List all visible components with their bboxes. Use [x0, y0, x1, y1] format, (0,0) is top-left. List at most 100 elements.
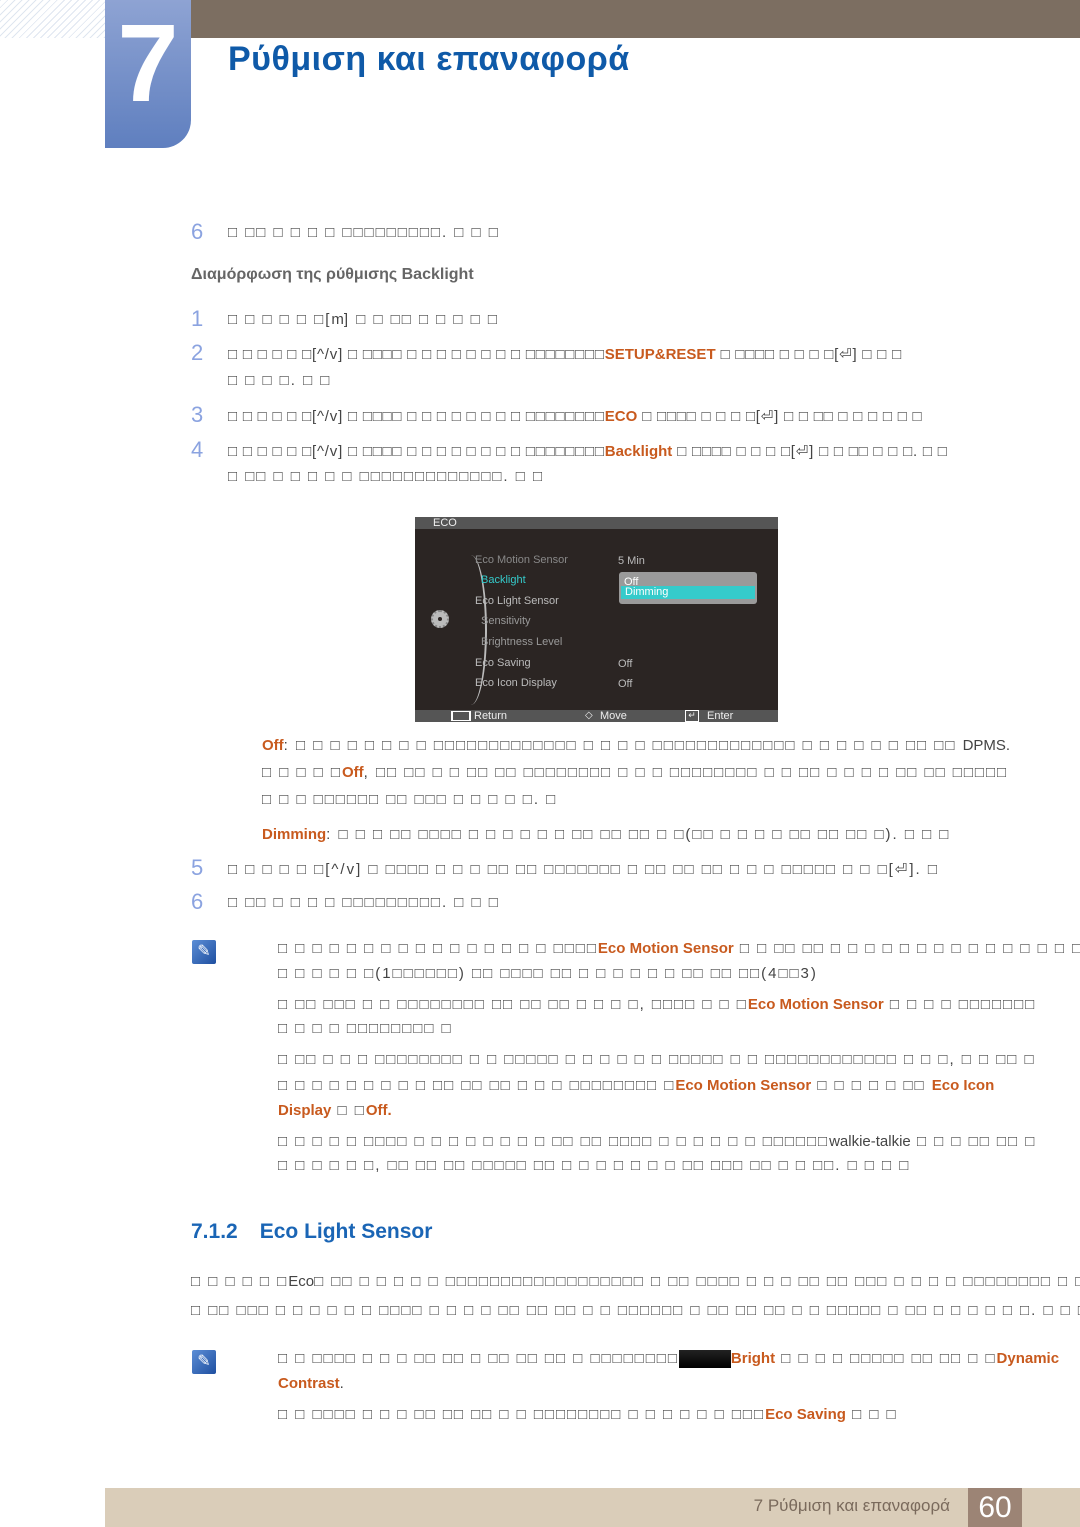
section-title: Eco Light Sensor [259, 1220, 433, 1243]
paragraph-post: □ □□ □ □ □ □ □ □□□□□□□□□□□□□□□□□□ □ □□ □… [314, 1273, 1080, 1290]
note-text-pre: □ □ □ □ □ □□□□ □ □ □ □ □ □ □ □ □□ □□ □□□… [278, 1133, 830, 1150]
step-text: □ □□ □ □ □ □ □□□□□□□□□. □ □ □ [228, 224, 500, 241]
option-off-desc-pre: □ □ □ □ □ [262, 764, 342, 781]
highlight-eco-motion-sensor: Eco Motion Sensor [747, 996, 884, 1013]
step-text: □ □ □ □ □ □[^/v] □ □□□□ □ □ □ □ □ □ □ □ … [228, 407, 922, 425]
osd-move-label: Move [600, 710, 627, 722]
option-off-desc: : □ □ □ □ □ □ □ □ □□□□□□□□□□□□□ □ □ □ □ … [283, 737, 957, 754]
eco-text: Eco [288, 1273, 315, 1290]
move-diamond-icon: ◇ [585, 710, 593, 721]
note-text: □ □ □ □ □ □□□□ □ □ □ □ □ □ □ □ □□ □□ □□□… [278, 1133, 1036, 1150]
step-text-post: □ □□□□ □ □ □ □[⏎] □ □ □□ □ □ □. □ □ [672, 443, 948, 460]
redacted-block [678, 1350, 731, 1369]
note-text-mid: □ □ □ □ □□□□□ □□ □□ □ □ [775, 1350, 997, 1367]
osd-return-label: Return [474, 710, 508, 722]
section-paragraph-line2: □ □□ □□□ □ □ □ □ □ □ □□□□ □ □ □ □ □□ □□ … [191, 1302, 1080, 1319]
page-footer: 7 Ρύθμιση και επαναφορά [105, 1488, 1080, 1527]
highlight-eco: ECO [604, 408, 638, 425]
note-text-post: □ □ □ □ □□□□□□□ [883, 996, 1037, 1013]
option-off-label: Off [262, 737, 284, 754]
step-text-pre: □ □ □ □ □ □[^/v] □ □□□□ □ □ □ □ □ □ □ □ … [228, 443, 605, 460]
step-number: 3 [191, 402, 204, 427]
menu-key-icon: m [331, 311, 344, 328]
note-pencil-icon: ✎ [192, 940, 216, 964]
highlight-setup-reset: SETUP&RESET [604, 346, 716, 363]
chapter-title: Ρύθμιση και επαναφορά [228, 40, 630, 78]
step-number: 1 [191, 306, 204, 331]
note-text-pre: □ □ □ □ □ □ □ □ □ □ □ □ □ □ □ □ □□□□ [278, 940, 598, 957]
step-text-line2: □ □□ □ □ □ □ □ □□□□□□□□□□□□□. □ □ [228, 468, 545, 485]
page-number: 60 [968, 1488, 1022, 1527]
option-off-text-line2: □ □ □ □ □Off, □□ □□ □ □ □□ □□ □□□□□□□□ □… [262, 764, 1008, 781]
note-text-line3: Display □ □Off. [278, 1102, 392, 1119]
option-off-text-line3: □ □ □ □□□□□□ □□ □□□ □ □ □ □ □. □ [262, 791, 558, 808]
note-text-pre: □ □□ □□□ □ □ □□□□□□□□ □□ □□ □□ □ □ □ □, … [278, 996, 748, 1013]
note-text: □ □□ □□□ □ □ □□□□□□□□ □□ □□ □□ □ □ □ □, … [278, 996, 1036, 1013]
step-number: 2 [191, 340, 204, 365]
osd-item-eco-icon-display: Eco Icon Display [475, 677, 557, 689]
note-text-mid: □ □ □ □ □ □□ [811, 1077, 932, 1094]
note-text: □ □ □□□□ □ □ □ □□ □□ □□ □ □ □□□□□□□□ □ □… [278, 1406, 898, 1423]
osd-title: ECO [415, 517, 778, 529]
note-text-post: □ □ □ [845, 1406, 898, 1423]
osd-value-eco-icon-display: Off [618, 678, 633, 690]
note-text-line2: □ □ □ □ □ □ □ □ □ □□ □□ □□ □ □ □ □□□□□□□… [278, 1077, 994, 1094]
menu-icon [451, 711, 471, 721]
highlight-off: Off [341, 764, 364, 781]
chapter-number-tab: 7 [105, 0, 191, 148]
option-off-desc-post: , □□ □□ □ □ □□ □□ □□□□□□□□ □ □ □ □□□□□□□… [363, 764, 1009, 781]
step-text-post: □ □□□□ □ □ □ □[⏎] □ □ □ [715, 346, 902, 363]
highlight-display: Display [278, 1102, 332, 1119]
dpms-text: DPMS. [962, 737, 1011, 754]
highlight-eco-icon: Eco Icon [931, 1077, 995, 1094]
backlight-dropdown: Off Dimming [619, 572, 757, 604]
highlight-eco-motion-sensor: Eco Motion Sensor [675, 1077, 812, 1094]
note-text: □ □ □ □ □ □ □ □ □ □ □ □ □ □ □ □ □□□□Eco … [278, 940, 1080, 957]
osd-footer: Return ◇ Move ↵ Enter [415, 710, 778, 722]
chapter-number: 7 [117, 2, 179, 125]
highlight-contrast: Contrast [278, 1375, 340, 1392]
highlight-dynamic: Dynamic [996, 1350, 1060, 1367]
option-dimming-label: Dimming [262, 826, 327, 843]
osd-enter-label: Enter [707, 710, 734, 722]
option-off-text: Off: □ □ □ □ □ □ □ □ □□□□□□□□□□□□□ □ □ □… [262, 737, 1010, 754]
osd-item-eco-light-sensor: Eco Light Sensor [475, 595, 559, 607]
osd-item-brightness-level: Brightness Level [481, 636, 563, 648]
walkie-talkie-text: walkie-talkie [829, 1133, 911, 1150]
note-pencil-icon: ✎ [192, 1350, 216, 1374]
osd-item-sensitivity: Sensitivity [481, 615, 531, 627]
step-text-pre: □ □ □ □ □ □[^/v] □ □□□□ □ □ □ □ □ □ □ □ … [228, 408, 605, 425]
note-text-mid: □ □ [331, 1102, 366, 1119]
dropdown-option-dimming: Dimming [621, 586, 755, 599]
option-dimming-desc: : □ □ □ □□ □□□□ □ □ □ □ □ □ □□ □□ □□ □ □… [326, 826, 951, 843]
step-text: □ □□ □ □ □ □ □□□□□□□□□. □ □ □ [228, 894, 500, 911]
osd-value-eco-motion-sensor: 5 Min [618, 555, 645, 567]
step-number: 6 [191, 889, 204, 914]
note-text-line2: Contrast. [278, 1375, 344, 1392]
note-text-line2: □ □ □ □ □□□□□□□□ □ [278, 1020, 453, 1037]
note-text-pre: □ □ □□□□ □ □ □ □□ □□ □ □□ □□ □□ □ □□□□□□… [278, 1350, 679, 1367]
note-text-post: □ □ □□ □□ □ □ □ □ □ □ □ □ □ □ □ □ □ □ □ … [733, 940, 1080, 957]
osd-value-eco-saving: Off [618, 658, 633, 670]
header-bar [190, 0, 1080, 38]
step-text-post: ] □ □ □□ □ □ □ □ □ [343, 311, 499, 328]
step-text: □ □ □ □ □ □[m] □ □ □□ □ □ □ □ □ [228, 311, 499, 328]
enter-icon: ↵ [685, 710, 699, 722]
osd-menu-screenshot: ECO Eco Motion Sensor 5 Min Backlight Ec… [415, 517, 778, 722]
option-dimming-text: Dimming: □ □ □ □□ □□□□ □ □ □ □ □ □ □□ □□… [262, 826, 950, 843]
step-text-pre: □ □ □ □ □ □[ [228, 311, 332, 328]
gear-icon [431, 610, 449, 628]
highlight-eco-saving: Eco Saving [765, 1406, 846, 1423]
step-number: 6 [191, 219, 204, 244]
step-text: □ □ □ □ □ □[^/v] □ □□□□ □ □ □ □ □ □ □ □ … [228, 442, 948, 460]
section-paragraph: □ □ □ □ □ □Eco□ □□ □ □ □ □ □ □□□□□□□□□□□… [191, 1273, 1080, 1290]
step-text-post: □ □□□□ □ □ □ □[⏎] □ □ □□ □ □ □ □ □ □ [637, 408, 923, 425]
subheading: Διαμόρφωση της ρύθμισης Backlight [191, 266, 474, 283]
step-number: 5 [191, 855, 204, 880]
highlight-bright: Bright [730, 1350, 776, 1367]
note-text-line2: □ □ □ □ □ □(1□□□□□□) □□ □□□□ □□ □ □ □ □ … [278, 965, 818, 982]
highlight-backlight: Backlight [604, 443, 673, 460]
note-text-post: □ □ □ □□ □□ □ [910, 1133, 1037, 1150]
section-number: 7.1.2 [191, 1220, 238, 1243]
highlight-off: Off [365, 1102, 388, 1119]
